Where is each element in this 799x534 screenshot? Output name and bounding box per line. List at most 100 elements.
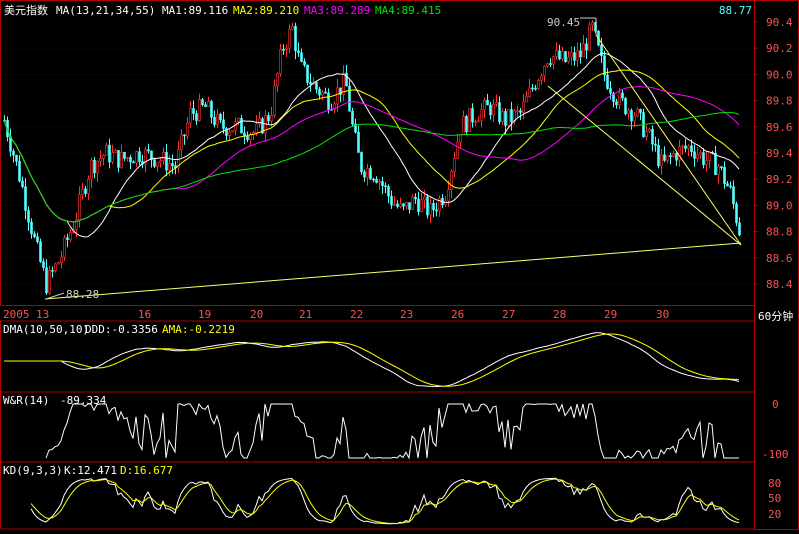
candle-body (738, 222, 741, 236)
candle-body (621, 92, 624, 99)
candle-body (555, 50, 558, 57)
candle-body (663, 154, 666, 161)
high-label: 90.45 (547, 16, 580, 29)
candle-body (375, 178, 378, 183)
candle-body (450, 171, 453, 190)
candle-body (267, 115, 270, 122)
candle-body (222, 119, 225, 129)
candle-body (117, 150, 120, 168)
candle-body (348, 85, 351, 112)
kd-tick: 80 (768, 477, 781, 490)
kd-title: KD(9,3,3) (3, 464, 63, 477)
date-label: 30 (656, 308, 669, 321)
price-tick-label: 89.8 (766, 95, 793, 108)
date-label: 22 (350, 308, 363, 321)
candle-body (582, 43, 585, 58)
candle-body (726, 183, 729, 187)
candle-body (129, 157, 132, 163)
date-label: 23 (400, 308, 413, 321)
candle-body (351, 110, 354, 125)
candle-body (138, 151, 141, 162)
candle-body (471, 108, 474, 123)
date-label: 19 (198, 308, 211, 321)
candle-body (120, 151, 123, 168)
period-label: 60分钟 (758, 309, 793, 323)
price-axis: 90.4 90.2 90.0 89.8 89.6 89.4 89.2 89.0 88.8 88.6… (754, 16, 793, 291)
candlesticks (3, 19, 741, 295)
candle-body (18, 160, 21, 182)
dma-title: DMA(10,50,10) (3, 323, 89, 336)
candle-body (156, 162, 159, 167)
candle-body (294, 25, 297, 52)
candle-body (474, 121, 477, 123)
trendlines (44, 17, 742, 300)
ma4-line (3, 111, 740, 223)
candle-body (399, 203, 402, 207)
low-label: 88.28 (66, 288, 99, 301)
candle-body (573, 52, 576, 61)
candle-body (435, 209, 438, 212)
candle-body (336, 87, 339, 105)
candle-body (729, 185, 732, 188)
candle-body (501, 111, 504, 123)
candle-body (198, 99, 201, 121)
candle-body (618, 92, 621, 106)
candle-body (273, 85, 276, 116)
kd-tick: 50 (768, 492, 781, 505)
candle-body (153, 159, 156, 167)
candle-body (66, 237, 69, 240)
candle-body (363, 171, 366, 178)
candle-body (183, 134, 186, 137)
candle-body (537, 80, 540, 89)
candle-body (660, 154, 663, 167)
candle-body (306, 64, 309, 83)
date-label: 21 (299, 308, 312, 321)
candle-body (180, 134, 183, 150)
wr-tick: -100 (762, 448, 789, 461)
candle-body (495, 102, 498, 105)
candle-body (204, 104, 207, 107)
candle-body (87, 178, 90, 194)
candle-body (504, 111, 507, 126)
candle-body (576, 50, 579, 61)
price-tick-label: 89.4 (766, 147, 793, 160)
candle-body (417, 198, 420, 212)
candle-body (477, 120, 480, 123)
candle-body (561, 51, 564, 60)
candle-body (33, 233, 36, 238)
candle-body (588, 24, 591, 51)
candle-body (432, 203, 435, 211)
candle-body (720, 166, 723, 169)
candle-body (585, 43, 588, 51)
candle-body (387, 186, 390, 197)
price-tick-label: 89.0 (766, 199, 793, 212)
chart-svg[interactable]: 90.4 90.2 90.0 89.8 89.6 89.4 89.2 89.0 88.8 88.6… (0, 0, 799, 530)
candle-body (465, 116, 468, 132)
candle-body (534, 87, 537, 90)
candle-body (669, 155, 672, 158)
d-line (30, 478, 740, 525)
candle-body (492, 104, 495, 116)
candle-body (216, 114, 219, 125)
candle-body (633, 115, 636, 122)
candle-body (414, 196, 417, 200)
candle-body (111, 152, 114, 163)
candle-body (105, 144, 108, 156)
candle-body (207, 101, 210, 107)
candle-body (378, 181, 381, 183)
candle-body (528, 87, 531, 97)
kline-chart[interactable]: 90.4 90.2 90.0 89.8 89.6 89.4 89.2 89.0 88.8 88.6… (0, 0, 799, 530)
candle-body (291, 25, 294, 30)
candle-body (546, 63, 549, 67)
candle-body (699, 152, 702, 155)
date-label: 28 (553, 308, 566, 321)
candle-body (69, 232, 72, 240)
candle-body (255, 123, 258, 133)
candle-body (732, 186, 735, 205)
candle-body (579, 50, 582, 58)
candle-body (99, 157, 102, 162)
candle-body (12, 150, 15, 156)
candle-body (672, 153, 675, 157)
candle-body (519, 110, 522, 113)
candle-body (159, 160, 162, 163)
